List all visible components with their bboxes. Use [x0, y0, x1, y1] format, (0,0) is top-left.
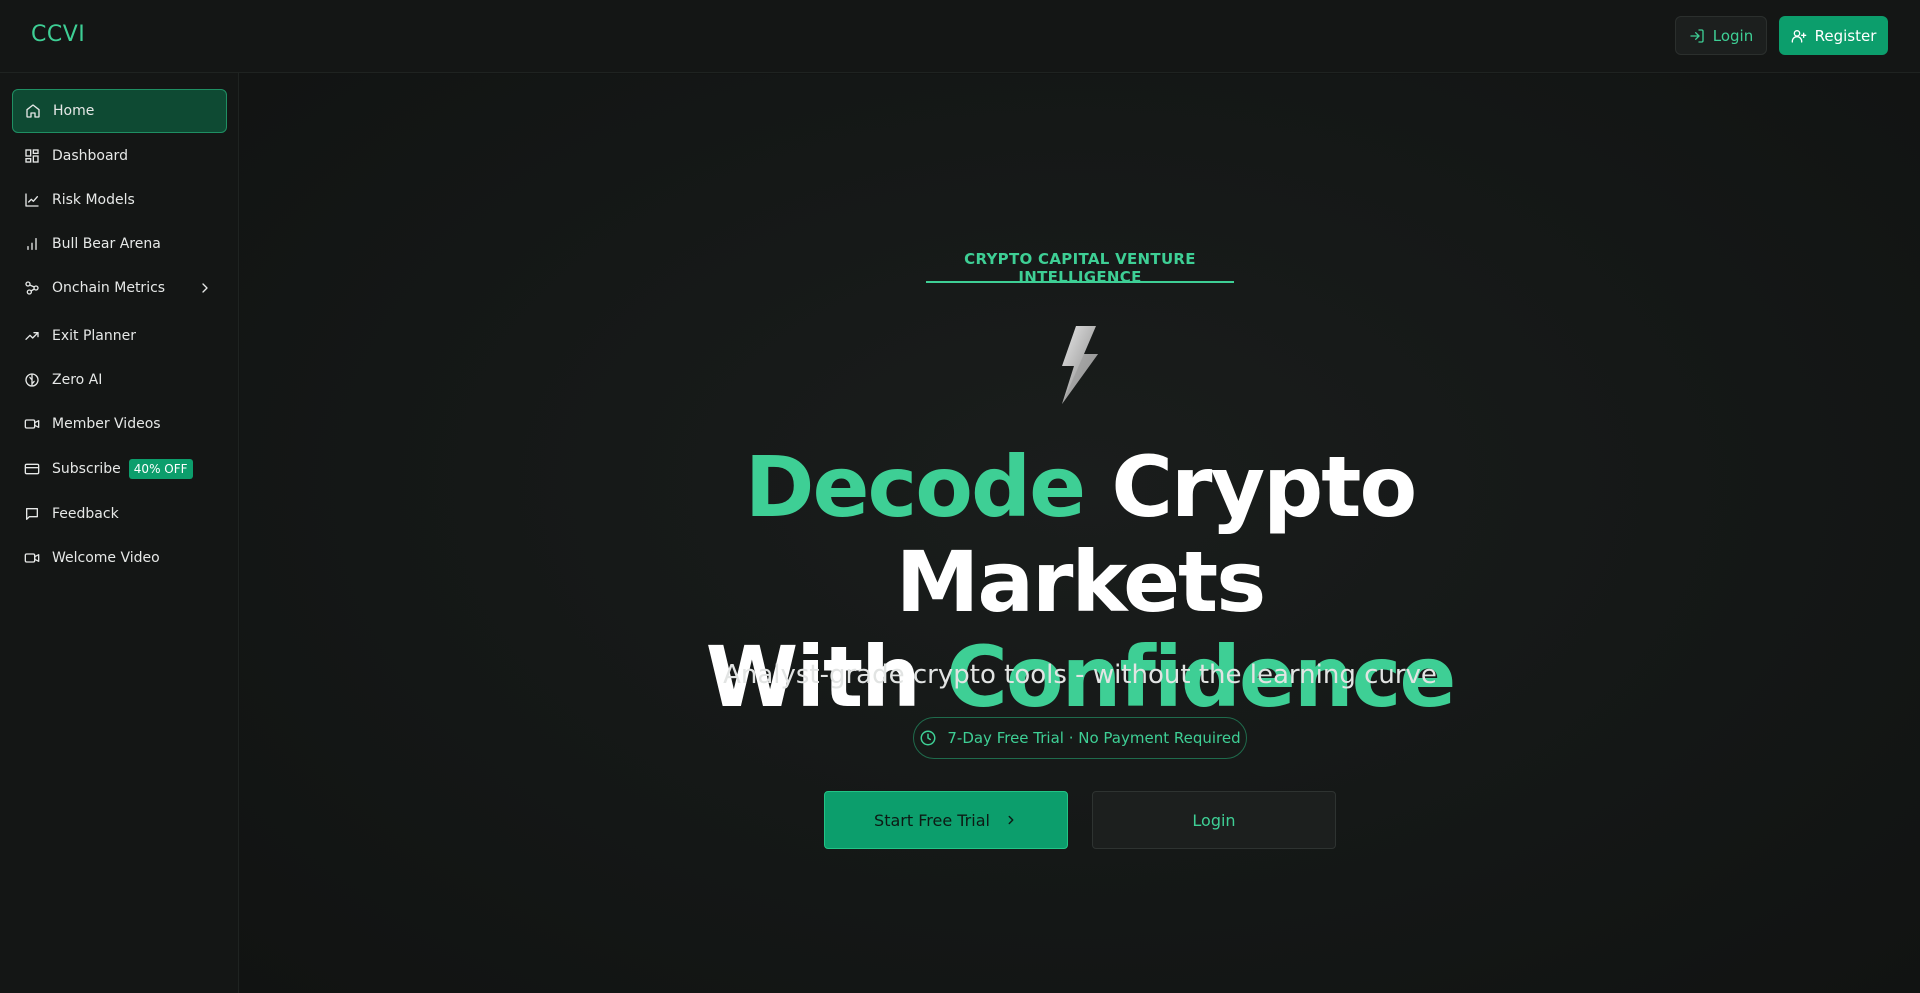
sidebar-item-label: Exit Planner — [52, 328, 136, 344]
sidebar-item-label: Dashboard — [52, 148, 128, 164]
trial-note-text: 7-Day Free Trial · No Payment Required — [947, 729, 1241, 747]
sidebar-item-label: Onchain Metrics — [52, 280, 166, 296]
message-icon — [24, 506, 40, 522]
clock-icon — [920, 730, 936, 746]
chevron-right-icon — [1008, 815, 1014, 825]
user-plus-icon — [1791, 29, 1806, 43]
video-icon — [24, 416, 40, 432]
lightning-bolt-icon — [1062, 326, 1098, 404]
header-login-label: Login — [1712, 26, 1754, 45]
header-login-button[interactable]: Login — [1675, 16, 1767, 55]
login-icon — [1690, 28, 1704, 43]
sidebar-item-subscribe[interactable]: Subscribe 40% OFF — [12, 447, 227, 491]
trial-note-pill: 7-Day Free Trial · No Payment Required — [913, 717, 1247, 759]
sidebar: Home Dashboard Risk Models Bull Bear Are… — [0, 73, 239, 993]
start-free-trial-label: Start Free Trial — [874, 810, 990, 830]
sidebar-item-label: Bull Bear Arena — [52, 236, 161, 252]
bar-chart-icon — [24, 236, 40, 252]
sidebar-item-member-videos[interactable]: Member Videos — [12, 402, 227, 446]
network-icon — [24, 280, 40, 296]
sidebar-item-exit-planner[interactable]: Exit Planner — [12, 314, 227, 358]
sidebar-item-zero-ai[interactable]: Zero AI — [12, 358, 227, 402]
trending-up-icon — [24, 328, 40, 344]
hero-login-button[interactable]: Login — [1092, 791, 1336, 849]
start-free-trial-button[interactable]: Start Free Trial — [824, 791, 1068, 849]
sidebar-item-label: Member Videos — [52, 416, 161, 432]
credit-card-icon — [24, 461, 40, 477]
sidebar-item-label: Risk Models — [52, 192, 135, 208]
grid-icon — [24, 148, 40, 164]
brain-icon — [24, 372, 40, 388]
hero-subline: Analyst-grade crypto tools - without the… — [723, 660, 1437, 690]
hero-eyebrow: CRYPTO CAPITAL VENTURE INTELLIGENCE — [926, 250, 1234, 286]
sidebar-item-welcome-video[interactable]: Welcome Video — [12, 536, 227, 580]
hero-login-label: Login — [1192, 810, 1236, 830]
sidebar-item-label: Feedback — [52, 506, 119, 522]
sidebar-item-dashboard[interactable]: Dashboard — [12, 134, 227, 178]
home-icon — [25, 103, 41, 119]
line-chart-icon — [24, 192, 40, 208]
sidebar-item-risk-models[interactable]: Risk Models — [12, 178, 227, 222]
sidebar-item-home[interactable]: Home — [12, 89, 227, 133]
header-register-label: Register — [1814, 26, 1877, 45]
top-bar: CCVI Login Register — [0, 0, 1920, 73]
sidebar-item-feedback[interactable]: Feedback — [12, 492, 227, 536]
brand-logo[interactable]: CCVI — [31, 22, 85, 47]
sidebar-item-label: Welcome Video — [52, 550, 160, 566]
sidebar-item-bull-bear-arena[interactable]: Bull Bear Arena — [12, 222, 227, 266]
discount-badge: 40% OFF — [128, 459, 193, 479]
sidebar-item-label: Subscribe — [52, 461, 121, 477]
sidebar-item-label: Zero AI — [52, 372, 103, 388]
chevron-right-icon[interactable] — [197, 280, 213, 296]
sidebar-item-onchain-metrics[interactable]: Onchain Metrics — [12, 266, 227, 310]
sidebar-item-label: Home — [53, 103, 95, 119]
video-icon — [24, 550, 40, 566]
headline-accent-decode: Decode — [744, 438, 1086, 536]
header-register-button[interactable]: Register — [1779, 16, 1888, 55]
